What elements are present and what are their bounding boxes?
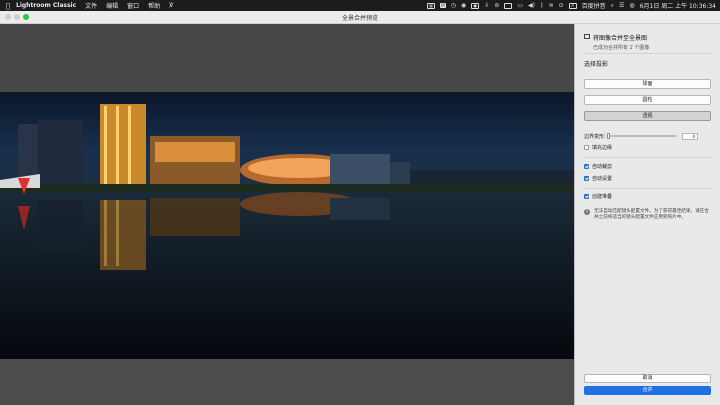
merge-button[interactable]: 合并	[584, 386, 711, 395]
slider-thumb[interactable]	[607, 133, 610, 139]
projection-perspective-button[interactable]: 透视	[584, 111, 711, 121]
message-icon[interactable]: ▭	[517, 2, 523, 9]
lens-profile-warning: ! 无法自动匹配镜头配置文件。为了获得最佳结果，请在合并之前将适当的镜头配置文件…	[584, 209, 712, 221]
wifi-icon[interactable]: ≋	[549, 2, 554, 9]
divider	[584, 188, 712, 189]
control-center-icon[interactable]: ☰	[619, 2, 624, 9]
auto-settings-checkbox[interactable]	[584, 176, 589, 181]
auto-settings-label: 自动设置	[592, 176, 613, 182]
divider	[584, 53, 712, 54]
fill-edges-label: 填充边缘	[592, 145, 613, 151]
fill-edges-row[interactable]: 填充边缘	[584, 144, 612, 151]
auto-crop-row[interactable]: 自动裁剪	[584, 163, 612, 170]
menu-edit[interactable]: 编辑	[106, 1, 118, 10]
display-icon[interactable]	[504, 2, 513, 9]
panorama-preview-image	[0, 92, 574, 359]
projection-cylindrical-button[interactable]: 圆柱	[584, 95, 711, 105]
user-icon[interactable]: ⊙	[559, 2, 564, 9]
cancel-button[interactable]: 取消	[584, 374, 711, 383]
window-title: 全景合并预览	[341, 15, 378, 22]
clock-icon[interactable]: ◷	[451, 2, 456, 9]
divider	[584, 157, 712, 158]
keyboard-icon[interactable]: ▦	[427, 2, 436, 9]
download-icon[interactable]: ⇩	[484, 2, 489, 9]
apple-icon[interactable]: 	[0, 2, 16, 10]
create-stack-row[interactable]: 创建堆叠	[584, 193, 612, 200]
panel-header: 将图像合并至全景图 已成功合并所有 2 个图像	[584, 33, 649, 51]
menu-app-name[interactable]: Lightroom Classic	[16, 2, 76, 9]
search-icon[interactable]: ⌕	[611, 2, 614, 10]
panorama-preview-area	[0, 24, 574, 405]
boundary-warp-value[interactable]: 0	[682, 132, 698, 140]
auto-crop-label: 自动裁剪	[592, 164, 613, 170]
panorama-icon	[584, 34, 590, 39]
projection-spherical-button[interactable]: 球面	[584, 79, 711, 89]
input-method-icon[interactable]: A	[568, 2, 577, 9]
boundary-warp-label: 边界变形:	[584, 133, 606, 140]
warning-text: 无法自动匹配镜头配置文件。为了获得最佳结果，请在合并之前将适当的镜头配置文件应用…	[594, 209, 709, 220]
menu-window[interactable]: 窗口	[127, 1, 139, 10]
menu-bar:  Lightroom Classic 文件 编辑 窗口 帮助 ℣ ▦ IP ◷…	[0, 0, 720, 11]
script-icon[interactable]: ℣	[169, 2, 173, 9]
screen-record-icon[interactable]: ●	[471, 2, 480, 9]
auto-crop-checkbox[interactable]	[584, 164, 589, 169]
panorama-options-panel: 将图像合并至全景图 已成功合并所有 2 个图像 选择投影 球面 圆柱 透视 边界…	[574, 24, 720, 405]
projection-label: 选择投影	[584, 61, 609, 68]
panel-title: 将图像合并至全景图	[593, 35, 648, 42]
bluetooth-icon[interactable]: ᛒ	[540, 2, 544, 9]
create-stack-checkbox[interactable]	[584, 194, 589, 199]
info-icon: !	[584, 209, 590, 215]
siri-icon[interactable]: ◍	[629, 2, 634, 9]
input-method-label[interactable]: 百度拼音	[582, 1, 606, 10]
menu-help[interactable]: 帮助	[148, 1, 160, 10]
disc-icon[interactable]: ◉	[461, 2, 466, 9]
boundary-warp-row: 边界变形: 0	[584, 132, 712, 140]
fill-edges-checkbox[interactable]	[584, 145, 589, 150]
volume-icon[interactable]: ◀)	[528, 2, 535, 9]
lock-icon[interactable]: ⊜	[494, 2, 499, 9]
menu-clock[interactable]: 6月1日 周二 上午 10:36:34	[640, 1, 716, 10]
menu-file[interactable]: 文件	[85, 1, 97, 10]
window-title-bar: 全景合并预览	[0, 11, 720, 24]
merge-status: 已成功合并所有 2 个图像	[593, 45, 650, 51]
create-stack-label: 创建堆叠	[592, 194, 613, 200]
preview-background	[0, 24, 574, 92]
vpn-icon[interactable]: IP	[440, 3, 446, 8]
auto-settings-row[interactable]: 自动设置	[584, 175, 612, 182]
boundary-warp-slider[interactable]	[607, 133, 677, 139]
